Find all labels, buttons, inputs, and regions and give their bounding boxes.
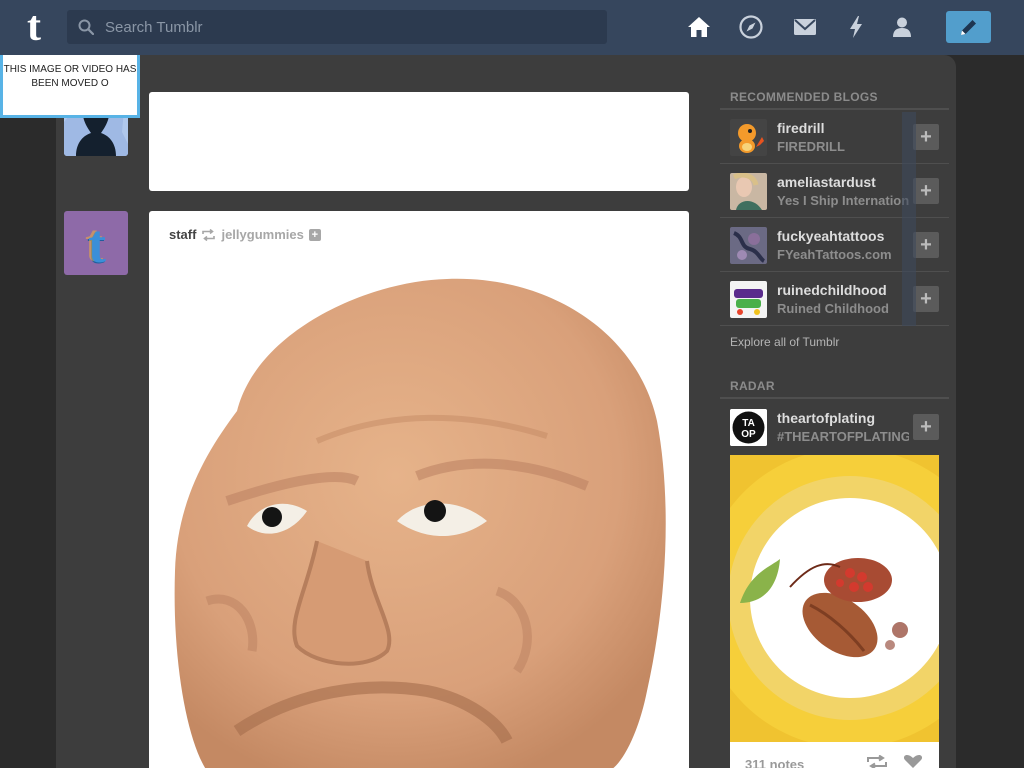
blog-avatar[interactable]: TA OP xyxy=(730,409,767,446)
blog-avatar[interactable] xyxy=(730,119,767,156)
radar-post-image-plated-dessert[interactable] xyxy=(730,455,939,768)
blog-avatar[interactable] xyxy=(730,227,767,264)
home-icon[interactable] xyxy=(686,14,712,40)
moved-media-notice: THIS IMAGE OR VIDEO HAS BEEN MOVED O xyxy=(0,55,140,118)
tumblr-logo[interactable]: t xyxy=(16,6,52,48)
like-heart-icon[interactable] xyxy=(903,755,923,768)
post-author-link[interactable]: staff xyxy=(169,227,196,242)
compose-post-button[interactable] xyxy=(946,11,991,43)
follow-blog-button[interactable]: + xyxy=(913,286,939,312)
radar-post-notes-count[interactable]: 311 notes xyxy=(745,757,804,768)
person-photo-avatar-icon xyxy=(730,173,767,210)
svg-text:TA: TA xyxy=(742,418,755,429)
post-header: staff jellygummies + xyxy=(169,227,321,242)
scroll-fade-overlay xyxy=(902,112,916,326)
staff-avatar-tumblr-icon: t t t xyxy=(64,211,128,275)
pencil-icon xyxy=(961,20,976,35)
reblogged-from-link[interactable]: jellygummies xyxy=(221,227,303,242)
blog-title: Ruined Childhood xyxy=(777,301,889,316)
recommended-blogs-heading: RECOMMENDED BLOGS xyxy=(730,90,878,104)
blog-avatar[interactable] xyxy=(730,281,767,318)
radar-heading: RADAR xyxy=(730,379,775,393)
radar-blog-row[interactable]: TA OP theartofplating #THEARTOFPLATING + xyxy=(720,400,949,454)
reblog-icon[interactable] xyxy=(866,755,888,768)
blog-title: #THEARTOFPLATING xyxy=(777,429,909,444)
blog-name[interactable]: ruinedchildhood xyxy=(777,282,887,298)
blog-title: FIREDRILL xyxy=(777,139,845,154)
follow-blog-button[interactable]: + xyxy=(913,124,939,150)
top-navigation-bar: t xyxy=(0,0,1024,55)
blog-name[interactable]: firedrill xyxy=(777,120,824,136)
blog-name[interactable]: ameliastardust xyxy=(777,174,876,190)
tattoo-photo-avatar-icon xyxy=(730,227,767,264)
rugrats-logo-avatar-icon xyxy=(730,281,767,318)
blog-title: Yes I Ship International xyxy=(777,193,909,208)
inbox-mail-icon[interactable] xyxy=(792,14,818,40)
follow-blog-button[interactable]: + xyxy=(913,178,939,204)
account-person-icon[interactable] xyxy=(889,14,915,40)
blog-title: FYeahTattoos.com xyxy=(777,247,892,262)
svg-text:t: t xyxy=(88,214,106,274)
post-image-clay-face[interactable] xyxy=(167,271,673,768)
reblog-icon xyxy=(202,228,216,241)
blog-avatar[interactable] xyxy=(730,173,767,210)
blog-name[interactable]: theartofplating xyxy=(777,410,875,426)
post-card-empty xyxy=(149,92,689,191)
explore-all-link[interactable]: Explore all of Tumblr xyxy=(730,335,839,349)
post-card: staff jellygummies + xyxy=(149,211,689,768)
charmander-avatar-icon xyxy=(730,119,767,156)
plus-icon[interactable]: + xyxy=(308,228,321,241)
theartofplating-logo-icon: TA OP xyxy=(730,409,767,446)
sidebar-divider xyxy=(720,397,949,399)
search-box[interactable] xyxy=(67,10,607,44)
follow-blog-button[interactable]: + xyxy=(913,414,939,440)
follow-blog-button[interactable]: + xyxy=(913,232,939,258)
explore-compass-icon[interactable] xyxy=(738,14,764,40)
svg-text:OP: OP xyxy=(741,429,756,440)
blog-name[interactable]: fuckyeahtattoos xyxy=(777,228,884,244)
post-avatar-staff[interactable]: t t t xyxy=(64,211,128,275)
activity-bolt-icon[interactable] xyxy=(843,14,869,40)
radar-post-card[interactable] xyxy=(730,455,939,768)
search-input[interactable] xyxy=(105,10,595,44)
search-icon xyxy=(78,19,94,35)
